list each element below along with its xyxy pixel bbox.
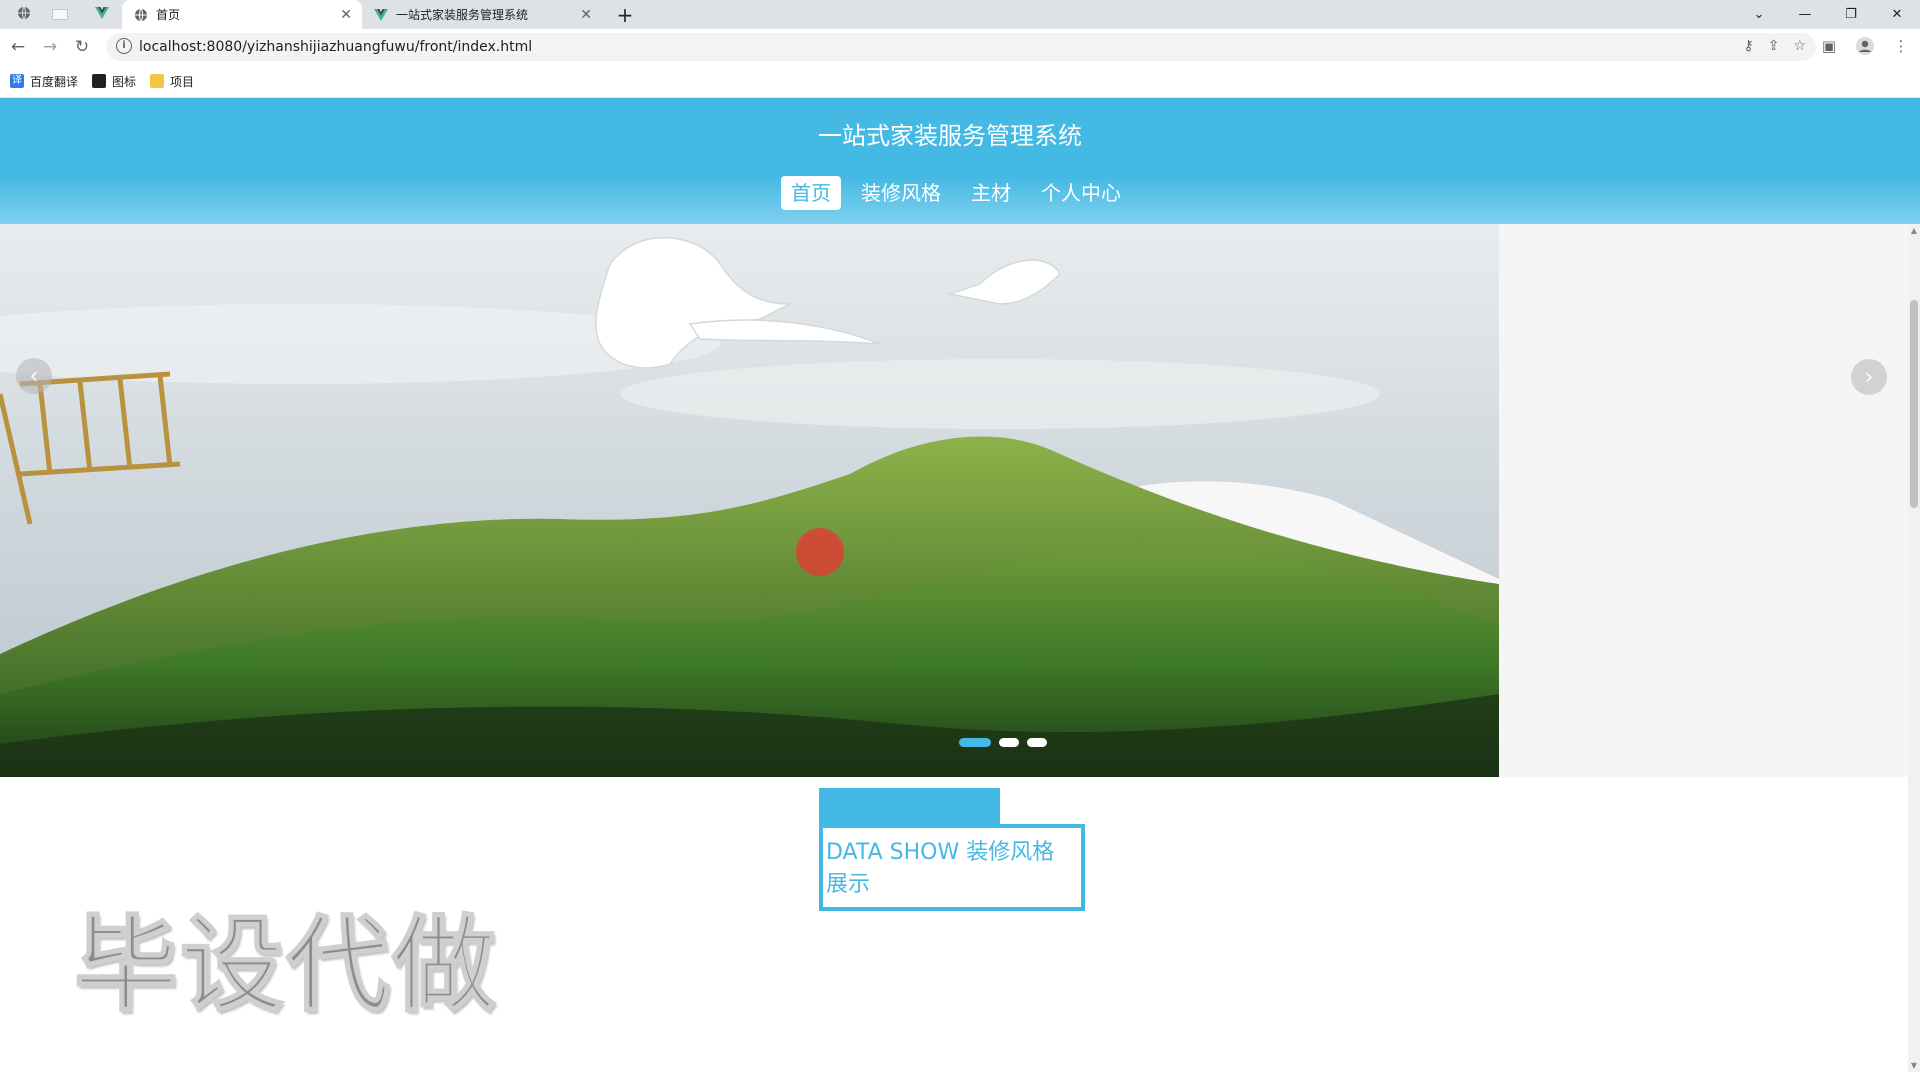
site-info-icon[interactable]: i: [116, 38, 132, 54]
tab-home[interactable]: 首页 ✕: [122, 0, 362, 29]
carousel-indicators: [959, 738, 1047, 747]
watermark-text: 毕设代做: [73, 903, 499, 1027]
scroll-up-arrow-icon[interactable]: ▲: [1908, 226, 1920, 235]
address-bar[interactable]: i localhost:8080/yizhanshijiazhuangfuwu/…: [106, 33, 1816, 61]
section-title: DATA SHOW 装修风格展示: [826, 840, 1055, 897]
bookmarks-bar: 译 百度翻译 图标 项目: [0, 65, 1920, 98]
bookmark-baidu-translate[interactable]: 译 百度翻译: [10, 73, 78, 90]
translate-icon: 译: [10, 74, 24, 88]
section-title-tab: [819, 788, 1000, 824]
pinned-tab-1[interactable]: [10, 0, 38, 29]
site-header: 一站式家装服务管理系统 首页 装修风格 主材 个人中心: [0, 98, 1920, 224]
close-tab-icon[interactable]: ✕: [580, 7, 592, 23]
image-icon: [92, 74, 107, 88]
carousel-dot[interactable]: [959, 738, 991, 747]
reload-icon[interactable]: ↻: [70, 36, 94, 58]
scroll-down-arrow-icon[interactable]: ▼: [1908, 1061, 1920, 1070]
window-controls: ⌄ — ❐ ✕: [1736, 0, 1920, 29]
browser-tab-strip: 首页 ✕ 一站式家装服务管理系统 ✕ + ⌄ — ❐ ✕: [0, 0, 1920, 29]
blank-page-icon: [52, 9, 68, 20]
bookmark-icons[interactable]: 图标: [92, 73, 136, 90]
banner-carousel[interactable]: ‹ ›: [0, 224, 1908, 777]
globe-icon: [17, 6, 31, 23]
carousel-slide-image: [0, 224, 1499, 777]
url-text: localhost:8080/yizhanshijiazhuangfuwu/fr…: [139, 39, 533, 55]
pinned-tab-3[interactable]: [88, 0, 116, 29]
page-scrollbar[interactable]: ▲ ▼: [1908, 224, 1920, 1072]
nav-item-main-material[interactable]: 主材: [961, 176, 1021, 210]
scrollbar-thumb[interactable]: [1910, 300, 1918, 508]
key-icon[interactable]: ⚷: [1743, 38, 1753, 54]
tab-search-icon[interactable]: ⌄: [1736, 0, 1782, 29]
browser-toolbar: ← → ↻ i localhost:8080/yizhanshijiazhuan…: [0, 29, 1920, 65]
forward-icon[interactable]: →: [38, 36, 62, 58]
tab-title: 一站式家装服务管理系统: [396, 8, 529, 22]
bookmark-star-icon[interactable]: ☆: [1793, 38, 1806, 54]
back-icon[interactable]: ←: [6, 36, 30, 58]
tab-title: 首页: [156, 8, 181, 22]
carousel-prev-button[interactable]: ‹: [16, 358, 52, 394]
tab-system[interactable]: 一站式家装服务管理系统 ✕: [366, 0, 602, 29]
vue-logo-icon: [374, 8, 388, 22]
section-title-box: DATA SHOW 装修风格展示: [819, 824, 1085, 911]
bookmark-label: 项目: [170, 74, 195, 89]
chevron-left-icon: ‹: [29, 363, 39, 389]
nav-item-personal-center[interactable]: 个人中心: [1031, 176, 1131, 210]
restore-icon[interactable]: ❐: [1828, 0, 1874, 29]
carousel-next-button[interactable]: ›: [1851, 359, 1887, 395]
carousel-dot[interactable]: [1027, 738, 1047, 747]
site-title: 一站式家装服务管理系统: [818, 122, 1082, 150]
folder-icon: [150, 74, 165, 88]
bookmark-label: 图标: [112, 74, 137, 89]
pinned-tab-2[interactable]: [46, 0, 74, 29]
nav-item-home[interactable]: 首页: [781, 176, 841, 210]
close-tab-icon[interactable]: ✕: [340, 7, 352, 23]
minimize-icon[interactable]: —: [1782, 0, 1828, 29]
carousel-dot[interactable]: [999, 738, 1019, 747]
nav-item-decor-style[interactable]: 装修风格: [851, 176, 951, 210]
chevron-right-icon: ›: [1864, 364, 1874, 390]
bookmark-project[interactable]: 项目: [150, 73, 194, 90]
profile-avatar-icon[interactable]: [1854, 35, 1876, 57]
menu-kebab-icon[interactable]: ⋮: [1890, 35, 1912, 57]
share-icon[interactable]: ⇪: [1768, 38, 1780, 54]
new-tab-button[interactable]: +: [612, 0, 638, 29]
main-nav: 首页 装修风格 主材 个人中心: [781, 176, 1131, 210]
bookmark-label: 百度翻译: [30, 74, 79, 89]
globe-icon: [134, 8, 148, 22]
close-window-icon[interactable]: ✕: [1874, 0, 1920, 29]
vue-logo-icon: [95, 7, 109, 22]
side-panel-icon[interactable]: ▣: [1818, 35, 1840, 57]
